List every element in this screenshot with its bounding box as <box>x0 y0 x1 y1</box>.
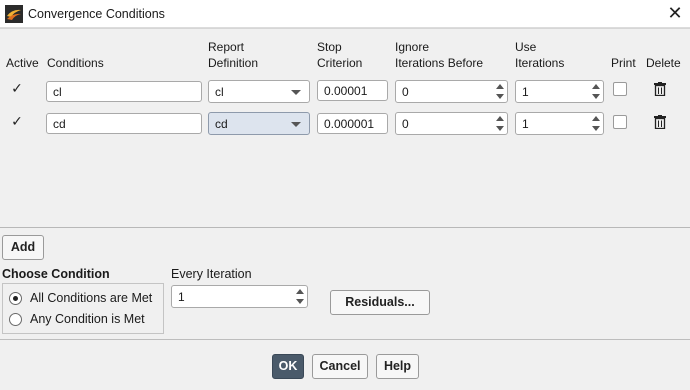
choose-condition-group: All Conditions are Met Any Condition is … <box>2 283 164 334</box>
stop-criterion-field[interactable]: 0.00001 <box>317 80 388 101</box>
radio-all-label: All Conditions are Met <box>30 291 153 305</box>
add-button[interactable]: Add <box>2 235 44 260</box>
delete-trash-icon[interactable] <box>654 82 666 96</box>
header-conditions: Conditions <box>47 56 104 70</box>
radio-dot-icon <box>13 296 18 301</box>
use-iterations-value: 1 <box>522 117 529 131</box>
header-active: Active <box>6 56 39 70</box>
ok-button[interactable]: OK <box>272 354 304 379</box>
cancel-button[interactable]: Cancel <box>312 354 368 379</box>
fluent-app-icon <box>5 5 23 23</box>
stop-criterion-field[interactable]: 0.000001 <box>317 113 388 134</box>
report-definition-value: cl <box>215 85 224 99</box>
radio-button[interactable] <box>9 313 22 326</box>
spin-up-icon[interactable] <box>496 84 504 89</box>
window-title: Convergence Conditions <box>28 7 165 21</box>
spin-up-icon[interactable] <box>496 116 504 121</box>
condition-name-field[interactable]: cd <box>46 113 202 134</box>
active-checkbox[interactable]: ✓ <box>10 81 24 96</box>
delete-trash-icon[interactable] <box>654 115 666 129</box>
every-iteration-value: 1 <box>178 290 185 304</box>
spin-down-icon[interactable] <box>592 94 600 99</box>
spin-down-icon[interactable] <box>296 299 304 304</box>
print-checkbox[interactable] <box>613 82 627 96</box>
condition-name-field[interactable]: cl <box>46 81 202 102</box>
header-print: Print <box>611 56 636 70</box>
use-iterations-spinner[interactable]: 1 <box>515 112 604 135</box>
close-icon[interactable]: ✕ <box>660 0 690 28</box>
every-iteration-label: Every Iteration <box>171 267 252 281</box>
report-definition-select[interactable]: cd <box>208 112 310 135</box>
header-ignore-line2: Iterations Before <box>395 56 484 70</box>
header-ignore-line1: Ignore <box>395 40 430 54</box>
report-definition-select[interactable]: cl <box>208 80 310 103</box>
spin-down-icon[interactable] <box>496 94 504 99</box>
active-checkbox[interactable]: ✓ <box>10 114 24 129</box>
conditions-table: Active Conditions Report Definition Stop… <box>0 28 690 228</box>
spin-up-icon[interactable] <box>296 289 304 294</box>
ignore-iterations-spinner[interactable]: 0 <box>395 80 508 103</box>
radio-any-label: Any Condition is Met <box>30 312 145 326</box>
use-iterations-value: 1 <box>522 85 529 99</box>
help-button[interactable]: Help <box>376 354 419 379</box>
title-bar: Convergence Conditions ✕ <box>0 0 690 28</box>
footer-separator <box>0 339 690 340</box>
chevron-down-icon <box>291 90 301 95</box>
header-use-line2: Iterations <box>515 56 565 70</box>
header-report-line2: Definition <box>208 56 259 70</box>
header-stop-line2: Criterion <box>317 56 363 70</box>
print-checkbox[interactable] <box>613 115 627 129</box>
spin-up-icon[interactable] <box>592 116 600 121</box>
choose-condition-title: Choose Condition <box>2 267 110 281</box>
header-delete: Delete <box>646 56 681 70</box>
use-iterations-spinner[interactable]: 1 <box>515 80 604 103</box>
ignore-iterations-value: 0 <box>402 117 409 131</box>
residuals-button[interactable]: Residuals... <box>330 290 430 315</box>
spin-down-icon[interactable] <box>592 126 600 131</box>
header-stop-line1: Stop <box>317 40 342 54</box>
header-report-line1: Report <box>208 40 245 54</box>
radio-button-selected[interactable] <box>9 292 22 305</box>
spin-down-icon[interactable] <box>496 126 504 131</box>
header-use-line1: Use <box>515 40 537 54</box>
every-iteration-spinner[interactable]: 1 <box>171 285 308 308</box>
report-definition-value: cd <box>215 117 228 131</box>
ignore-iterations-value: 0 <box>402 85 409 99</box>
ignore-iterations-spinner[interactable]: 0 <box>395 112 508 135</box>
spin-up-icon[interactable] <box>592 84 600 89</box>
chevron-down-icon <box>291 122 301 127</box>
